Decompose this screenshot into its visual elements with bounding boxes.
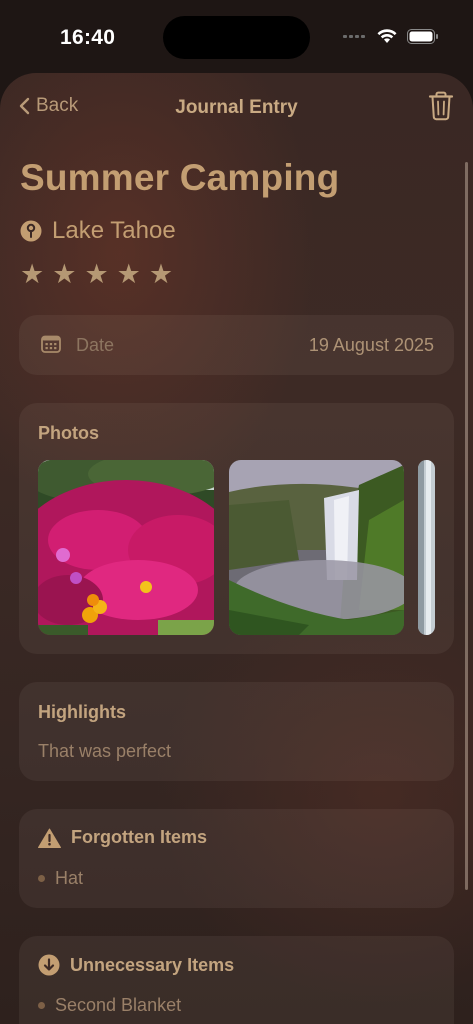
forgotten-items-section: Forgotten Items Hat — [19, 809, 454, 908]
star-icon: ★ — [20, 259, 45, 289]
date-row: Date 19 August 2025 — [19, 315, 454, 375]
unnecessary-items-section: Unnecessary Items Second Blanket — [19, 936, 454, 1024]
star-icon: ★ — [84, 259, 109, 289]
bullet-dot — [38, 875, 45, 882]
star-icon: ★ — [116, 259, 141, 289]
rating-stars: ★ ★ ★ ★ ★ — [20, 260, 173, 288]
wifi-icon — [377, 29, 397, 43]
forgotten-items-header: Forgotten Items — [38, 827, 207, 848]
location-label: Lake Tahoe — [52, 217, 176, 244]
highlights-text: That was perfect — [38, 741, 172, 761]
battery-icon — [407, 28, 438, 44]
highlights-heading: Highlights — [38, 702, 126, 722]
trash-icon[interactable] — [428, 91, 454, 121]
partial-photo[interactable] — [418, 460, 435, 635]
star-icon: ★ — [52, 259, 77, 289]
status-bar: 16:40 — [0, 0, 473, 72]
partial-image — [418, 460, 435, 635]
waterfall-image — [229, 460, 404, 635]
list-item-text: Hat — [55, 868, 84, 888]
waterfall-photo[interactable] — [229, 460, 404, 635]
scroll-indicator[interactable] — [465, 162, 468, 890]
list-item: Hat — [38, 868, 83, 889]
photos-section: Photos — [19, 403, 454, 654]
cellular-signal-icon — [343, 35, 365, 38]
list-item-text: Second Blanket — [55, 995, 182, 1015]
navigation-bar: Back Journal Entry — [0, 73, 473, 139]
unnecessary-items-heading: Unnecessary Items — [70, 954, 235, 975]
journal-entry-sheet: Back Journal Entry Summer Camping Lake T… — [0, 73, 473, 1024]
date-label: Date — [76, 335, 115, 355]
location-pin-icon — [20, 220, 42, 242]
entry-title: Summer Camping — [20, 157, 340, 198]
status-icons — [343, 28, 439, 44]
warning-icon — [38, 828, 61, 848]
highlights-section: Highlights That was perfect — [19, 682, 454, 781]
dynamic-island — [163, 16, 310, 59]
flowers-image — [38, 460, 214, 635]
forgotten-items-heading: Forgotten Items — [71, 827, 208, 847]
location-row: Lake Tahoe — [20, 217, 176, 245]
date-value: 19 August 2025 — [308, 335, 434, 355]
bullet-dot — [38, 1002, 45, 1009]
nav-title: Journal Entry — [175, 97, 298, 118]
status-time: 16:40 — [60, 26, 116, 49]
list-item: Second Blanket — [38, 995, 181, 1016]
calendar-icon — [41, 335, 61, 353]
star-icon: ★ — [148, 259, 174, 289]
unnecessary-items-header: Unnecessary Items — [38, 954, 234, 976]
photos-heading: Photos — [38, 423, 99, 443]
flowers-photo[interactable] — [38, 460, 214, 635]
arrow-down-circle-icon — [38, 954, 60, 976]
